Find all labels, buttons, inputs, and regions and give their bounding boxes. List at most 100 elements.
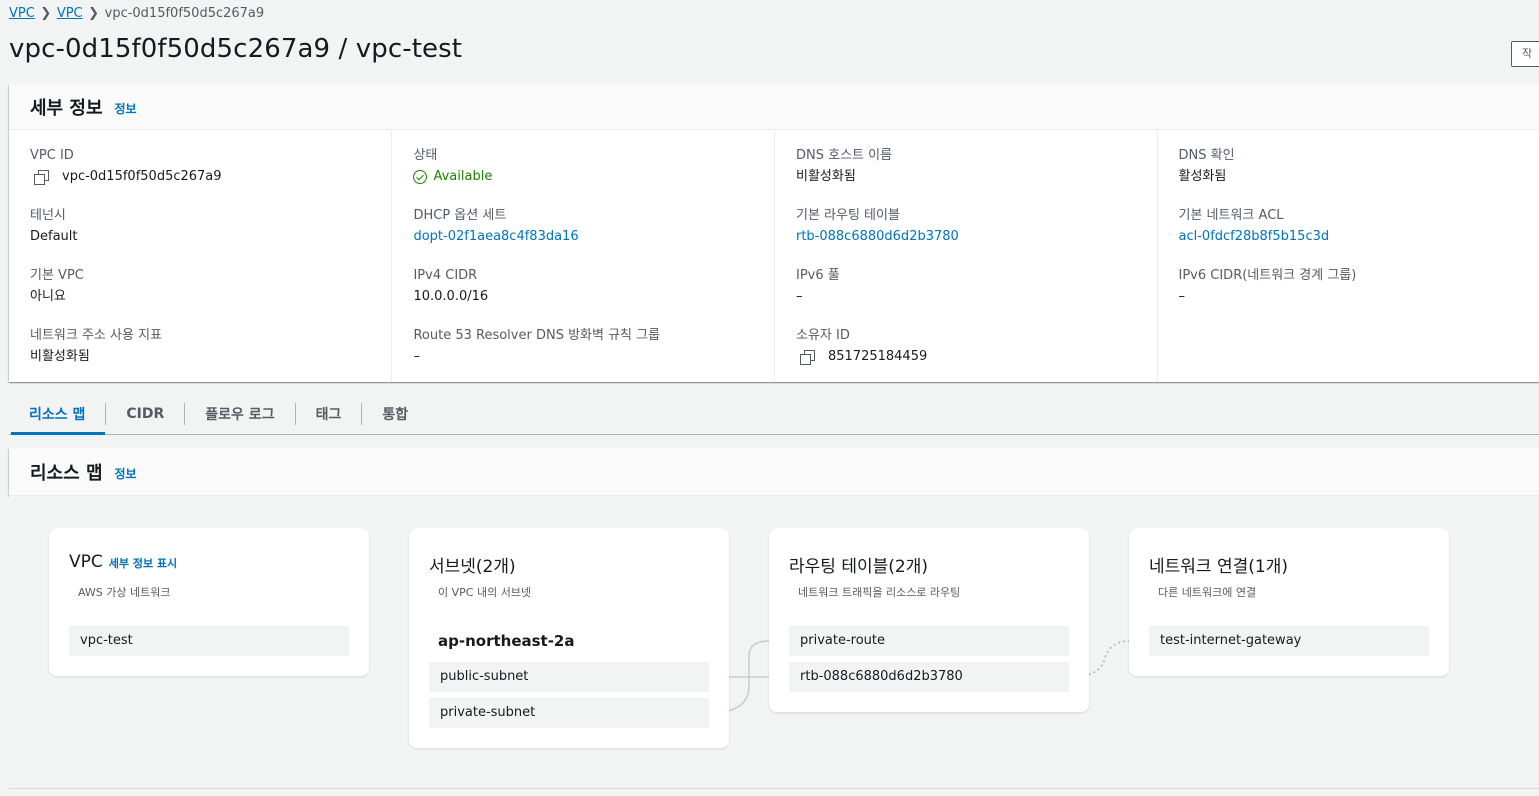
subnet-item-private[interactable]: private-subnet (429, 698, 709, 728)
route-tables-card: 라우팅 테이블(2개) 네트워크 트래픽을 리소스로 라우팅 private-r… (769, 528, 1089, 712)
subnets-card-subtitle: 이 VPC 내의 서브넷 (438, 586, 532, 599)
field-state: 상태 Available (413, 146, 774, 206)
dhcp-options-link[interactable]: dopt-02f1aea8c4f83da16 (413, 226, 774, 248)
field-ipv4-cidr: IPv4 CIDR 10.0.0.0/16 (413, 266, 774, 326)
details-grid: VPC ID vpc-0d15f0f50d5c267a9 테넌시 Default… (9, 131, 1539, 382)
resource-map-panel: 리소스 맵 정보 (9, 448, 1539, 496)
page-title: vpc-0d15f0f50d5c267a9 / vpc-test (9, 34, 463, 64)
field-label: IPv6 풀 (795, 268, 840, 283)
vpc-card: VPC 세부 정보 표시 AWS 가상 네트워크 vpc-test (49, 528, 369, 676)
field-label: DNS 호스트 이름 (795, 148, 893, 163)
details-column-3: DNS 호스트 이름 비활성화됨 기본 라우팅 테이블 rtb-088c6880… (773, 131, 1157, 382)
field-value: 851725184459 (796, 346, 1157, 368)
owner-id-value: 851725184459 (827, 349, 928, 364)
field-label: 테넌시 (30, 208, 66, 223)
breadcrumb-link-vpc-root[interactable]: VPC (9, 6, 35, 21)
copy-icon[interactable] (34, 170, 49, 185)
details-column-1: VPC ID vpc-0d15f0f50d5c267a9 테넌시 Default… (9, 131, 391, 382)
field-label: 네트워크 주소 사용 지표 (30, 328, 162, 343)
vpc-card-title-text: VPC (69, 552, 103, 572)
vpc-id-value: vpc-0d15f0f50d5c267a9 (62, 169, 222, 184)
field-dns-hostnames: DNS 호스트 이름 비활성화됨 (796, 146, 1157, 206)
field-ipv6-cidr: IPv6 CIDR(네트워크 경계 그룹) – (1179, 266, 1539, 326)
field-value: 활성화됨 (1178, 169, 1227, 184)
connections-card-subtitle: 다른 네트워크에 연결 (1158, 586, 1257, 599)
field-label: 상태 (413, 148, 438, 163)
check-circle-icon (413, 170, 428, 184)
details-panel-header: 세부 정보 정보 (9, 84, 1539, 130)
field-vpc-id: VPC ID vpc-0d15f0f50d5c267a9 (30, 146, 391, 206)
details-column-4: DNS 확인 활성화됨 기본 네트워크 ACL acl-0fdcf28b8f5b… (1156, 131, 1539, 382)
route-tables-card-subtitle: 네트워크 트래픽을 리소스로 라우팅 (798, 586, 961, 599)
network-connections-card: 네트워크 연결(1개) 다른 네트워크에 연결 test-internet-ga… (1129, 528, 1449, 676)
field-label: 기본 VPC (30, 268, 84, 283)
tab-tags[interactable]: 태그 (296, 394, 362, 434)
field-ipv6-pool: IPv6 풀 – (796, 266, 1157, 326)
resource-map-info-link[interactable]: 정보 (115, 465, 137, 482)
tab-bar: 리소스 맵 CIDR 플로우 로그 태그 통합 (9, 394, 1539, 435)
field-value: 비활성화됨 (30, 349, 90, 364)
field-value: – (413, 349, 420, 364)
field-owner-id: 소유자 ID 851725184459 (796, 326, 1157, 386)
resource-map-header: 리소스 맵 정보 (9, 448, 1539, 496)
field-label: DNS 확인 (1178, 148, 1235, 163)
resource-map-canvas: VPC 세부 정보 표시 AWS 가상 네트워크 vpc-test 서브넷(2개)… (9, 496, 1539, 788)
field-label: 기본 라우팅 테이블 (795, 208, 900, 223)
field-value: 10.0.0.0/16 (413, 289, 489, 304)
resource-map-title: 리소스 맵 (30, 462, 103, 484)
breadcrumb-current: vpc-0d15f0f50d5c267a9 (104, 5, 265, 21)
breadcrumb: VPC ❯ VPC ❯ vpc-0d15f0f50d5c267a9 (9, 4, 264, 22)
chevron-right-icon: ❯ (40, 5, 52, 21)
vpc-card-subtitle: AWS 가상 네트워크 (78, 586, 171, 599)
main-network-acl-link[interactable]: acl-0fdcf28b8f5b15c3d (1179, 226, 1539, 248)
route-table-item-private[interactable]: private-route (789, 626, 1069, 656)
map-bottom-border (9, 788, 1539, 789)
availability-zone-label: ap-northeast-2a (438, 632, 575, 650)
field-value: vpc-0d15f0f50d5c267a9 (30, 166, 391, 188)
route-tables-card-title: 라우팅 테이블(2개) (789, 557, 928, 577)
field-default-vpc: 기본 VPC 아니요 (30, 266, 391, 326)
internet-gateway-item[interactable]: test-internet-gateway (1149, 626, 1429, 656)
route-table-item-main[interactable]: rtb-088c6880d6d2b3780 (789, 662, 1069, 692)
subnet-item-public[interactable]: public-subnet (429, 662, 709, 692)
status-badge: Available (413, 166, 774, 188)
field-label: 기본 네트워크 ACL (1178, 208, 1284, 223)
tab-resource-map[interactable]: 리소스 맵 (9, 394, 106, 435)
field-main-route-table: 기본 라우팅 테이블 rtb-088c6880d6d2b3780 (796, 206, 1157, 266)
field-label: VPC ID (30, 148, 74, 163)
field-network-address-usage: 네트워크 주소 사용 지표 비활성화됨 (30, 326, 391, 386)
field-label: DHCP 옵션 세트 (413, 208, 507, 223)
tab-flow-logs[interactable]: 플로우 로그 (185, 394, 294, 434)
actions-button[interactable]: 작 (1511, 41, 1539, 67)
copy-icon[interactable] (799, 350, 815, 365)
subnets-card-title: 서브넷(2개) (429, 557, 516, 577)
vpc-card-title: VPC 세부 정보 표시 (69, 552, 177, 572)
field-label: Route 53 Resolver DNS 방화벽 규칙 그룹 (413, 328, 661, 343)
details-panel: 세부 정보 정보 VPC ID vpc-0d15f0f50d5c267a9 테넌… (9, 84, 1539, 382)
subnets-card: 서브넷(2개) 이 VPC 내의 서브넷 ap-northeast-2a pub… (409, 528, 729, 748)
field-value: Default (30, 229, 78, 244)
field-value: – (1178, 289, 1186, 304)
field-value: 비활성화됨 (795, 169, 856, 184)
vpc-show-details-link[interactable]: 세부 정보 표시 (109, 557, 177, 570)
field-value: 아니요 (30, 289, 66, 304)
main-route-table-link[interactable]: rtb-088c6880d6d2b3780 (796, 226, 1157, 248)
field-main-network-acl: 기본 네트워크 ACL acl-0fdcf28b8f5b15c3d (1179, 206, 1539, 266)
connections-card-title: 네트워크 연결(1개) (1149, 557, 1288, 577)
field-dns-firewall: Route 53 Resolver DNS 방화벽 규칙 그룹 – (413, 326, 774, 386)
field-dns-resolution: DNS 확인 활성화됨 (1179, 146, 1539, 206)
chevron-right-icon: ❯ (88, 5, 100, 21)
field-label: IPv4 CIDR (413, 268, 478, 283)
field-label: IPv6 CIDR(네트워크 경계 그룹) (1178, 268, 1357, 283)
field-label: 소유자 ID (795, 328, 850, 343)
vpc-item[interactable]: vpc-test (69, 626, 349, 656)
breadcrumb-link-vpc[interactable]: VPC (57, 6, 83, 21)
tab-cidr[interactable]: CIDR (106, 394, 184, 434)
details-info-link[interactable]: 정보 (115, 100, 137, 117)
tab-integrations[interactable]: 통합 (362, 394, 428, 434)
field-tenancy: 테넌시 Default (30, 206, 391, 266)
status-value: Available (433, 169, 493, 184)
details-title: 세부 정보 (30, 97, 103, 119)
field-dhcp-options: DHCP 옵션 세트 dopt-02f1aea8c4f83da16 (413, 206, 774, 266)
field-value: – (795, 289, 803, 304)
